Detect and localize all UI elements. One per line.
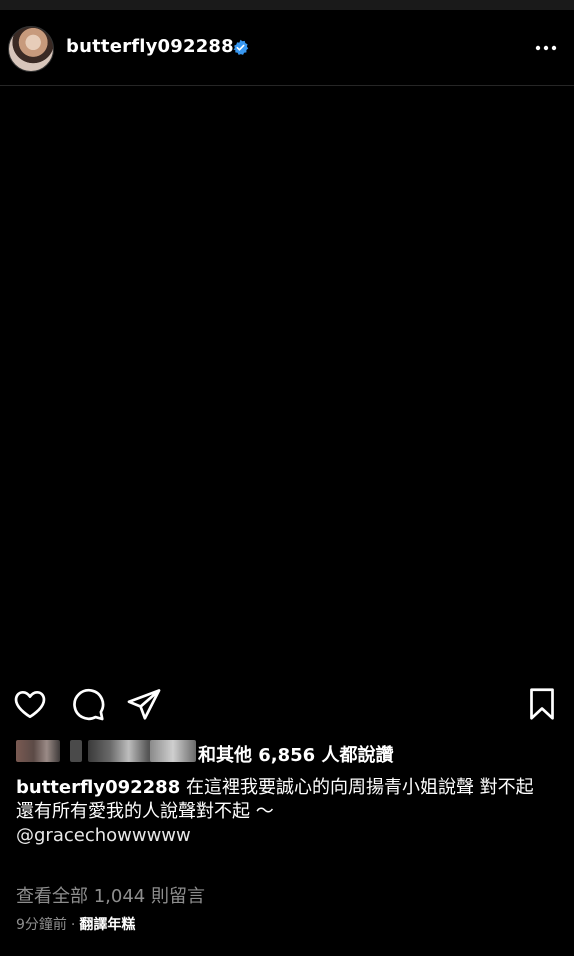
heart-icon bbox=[14, 690, 46, 719]
avatar[interactable] bbox=[8, 26, 54, 72]
save-button[interactable] bbox=[524, 686, 560, 722]
status-strip bbox=[0, 0, 574, 10]
verified-badge-icon bbox=[233, 39, 249, 55]
view-all-comments-link[interactable]: 查看全部 1,044 則留言 bbox=[16, 882, 205, 908]
post-meta: 9分鐘前 · 翻譯年糕 bbox=[16, 914, 135, 934]
caption-text-line2: 還有所有愛我的人說聲對不起 ～ bbox=[16, 801, 274, 822]
comment-icon bbox=[73, 688, 105, 721]
post-header: butterfly092288 bbox=[0, 10, 574, 86]
separator: · bbox=[70, 917, 76, 933]
caption-username[interactable]: butterfly092288 bbox=[16, 777, 180, 798]
more-horizontal-icon[interactable] bbox=[534, 36, 558, 60]
liked-by-avatar bbox=[16, 740, 60, 762]
caption: butterfly092288 在這裡我要誠心的向周揚青小姐說聲 對不起 還有所… bbox=[16, 776, 558, 848]
like-button[interactable] bbox=[12, 686, 48, 722]
action-bar bbox=[0, 686, 574, 726]
liked-by-avatar bbox=[70, 740, 82, 762]
likes-row[interactable]: 和其他 6,856 人都說讚 bbox=[16, 740, 556, 766]
bookmark-icon bbox=[530, 688, 554, 720]
translate-link[interactable]: 翻譯年糕 bbox=[79, 917, 135, 933]
likes-count[interactable]: 和其他 6,856 人都說讚 bbox=[198, 741, 393, 767]
caption-text-line1: 在這裡我要誠心的向周揚青小姐說聲 對不起 bbox=[185, 777, 534, 798]
comment-button[interactable] bbox=[70, 686, 106, 722]
share-button[interactable] bbox=[126, 686, 162, 722]
post-screen: butterfly092288 和其他 6,856 人都說讚 butterfly… bbox=[0, 0, 574, 956]
post-media[interactable] bbox=[0, 86, 574, 676]
send-icon bbox=[127, 689, 161, 720]
username[interactable]: butterfly092288 bbox=[66, 36, 234, 57]
liked-by-avatar bbox=[150, 740, 196, 762]
mention-link[interactable]: @gracechowwwww bbox=[16, 824, 558, 848]
timestamp: 9分鐘前 bbox=[16, 917, 67, 933]
